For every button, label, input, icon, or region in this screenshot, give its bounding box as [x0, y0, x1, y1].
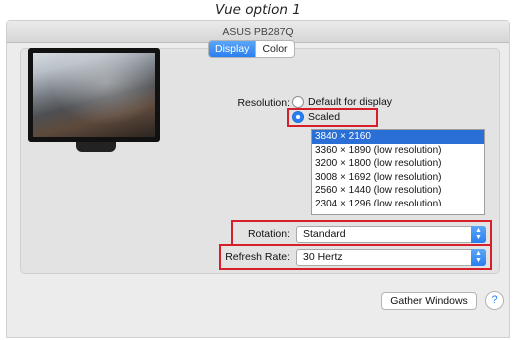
refresh-rate-value: 30 Hertz — [303, 251, 343, 263]
help-icon[interactable]: ? — [485, 291, 504, 310]
resolution-item[interactable]: 2560 × 1440 (low resolution) — [312, 184, 484, 198]
resolution-item[interactable]: 3840 × 2160 — [312, 130, 484, 144]
tab-bar: Display Color — [208, 40, 295, 58]
refresh-rate-label: Refresh Rate: — [225, 251, 290, 263]
rotation-value: Standard — [303, 228, 346, 240]
resolution-item[interactable]: 2304 × 1296 (low resolution) — [312, 198, 484, 206]
resolution-item[interactable]: 3360 × 1890 (low resolution) — [312, 144, 484, 158]
chevron-updown-icon: ▲ ▼ — [471, 226, 486, 243]
rotation-label: Rotation: — [247, 228, 290, 240]
monitor-icon — [28, 48, 160, 152]
monitor-stand — [76, 142, 116, 152]
radio-label: Scaled — [308, 111, 341, 123]
radio-label: Default for display — [308, 96, 393, 108]
figure-caption: Vue option 1 — [215, 2, 301, 18]
radio-button[interactable] — [292, 96, 304, 108]
resolution-label: Resolution: — [237, 97, 290, 109]
desktop-wallpaper-preview — [33, 53, 155, 137]
tab-display[interactable]: Display — [209, 41, 256, 57]
gather-windows-button[interactable]: Gather Windows — [381, 292, 477, 310]
resolution-item[interactable]: 3008 × 1692 (low resolution) — [312, 171, 484, 185]
radio-default-for-display[interactable]: Default for display — [292, 96, 392, 108]
resolution-item[interactable]: 3200 × 1800 (low resolution) — [312, 157, 484, 171]
tab-color[interactable]: Color — [255, 41, 293, 57]
refresh-rate-popup[interactable]: 30 Hertz ▲ ▼ — [296, 249, 486, 266]
radio-scaled[interactable]: Scaled — [292, 111, 340, 123]
radio-button-selected[interactable] — [292, 111, 304, 123]
rotation-popup[interactable]: Standard ▲ ▼ — [296, 226, 486, 243]
resolution-list[interactable]: 3840 × 2160 3360 × 1890 (low resolution)… — [311, 129, 485, 215]
chevron-updown-icon: ▲ ▼ — [471, 249, 486, 266]
